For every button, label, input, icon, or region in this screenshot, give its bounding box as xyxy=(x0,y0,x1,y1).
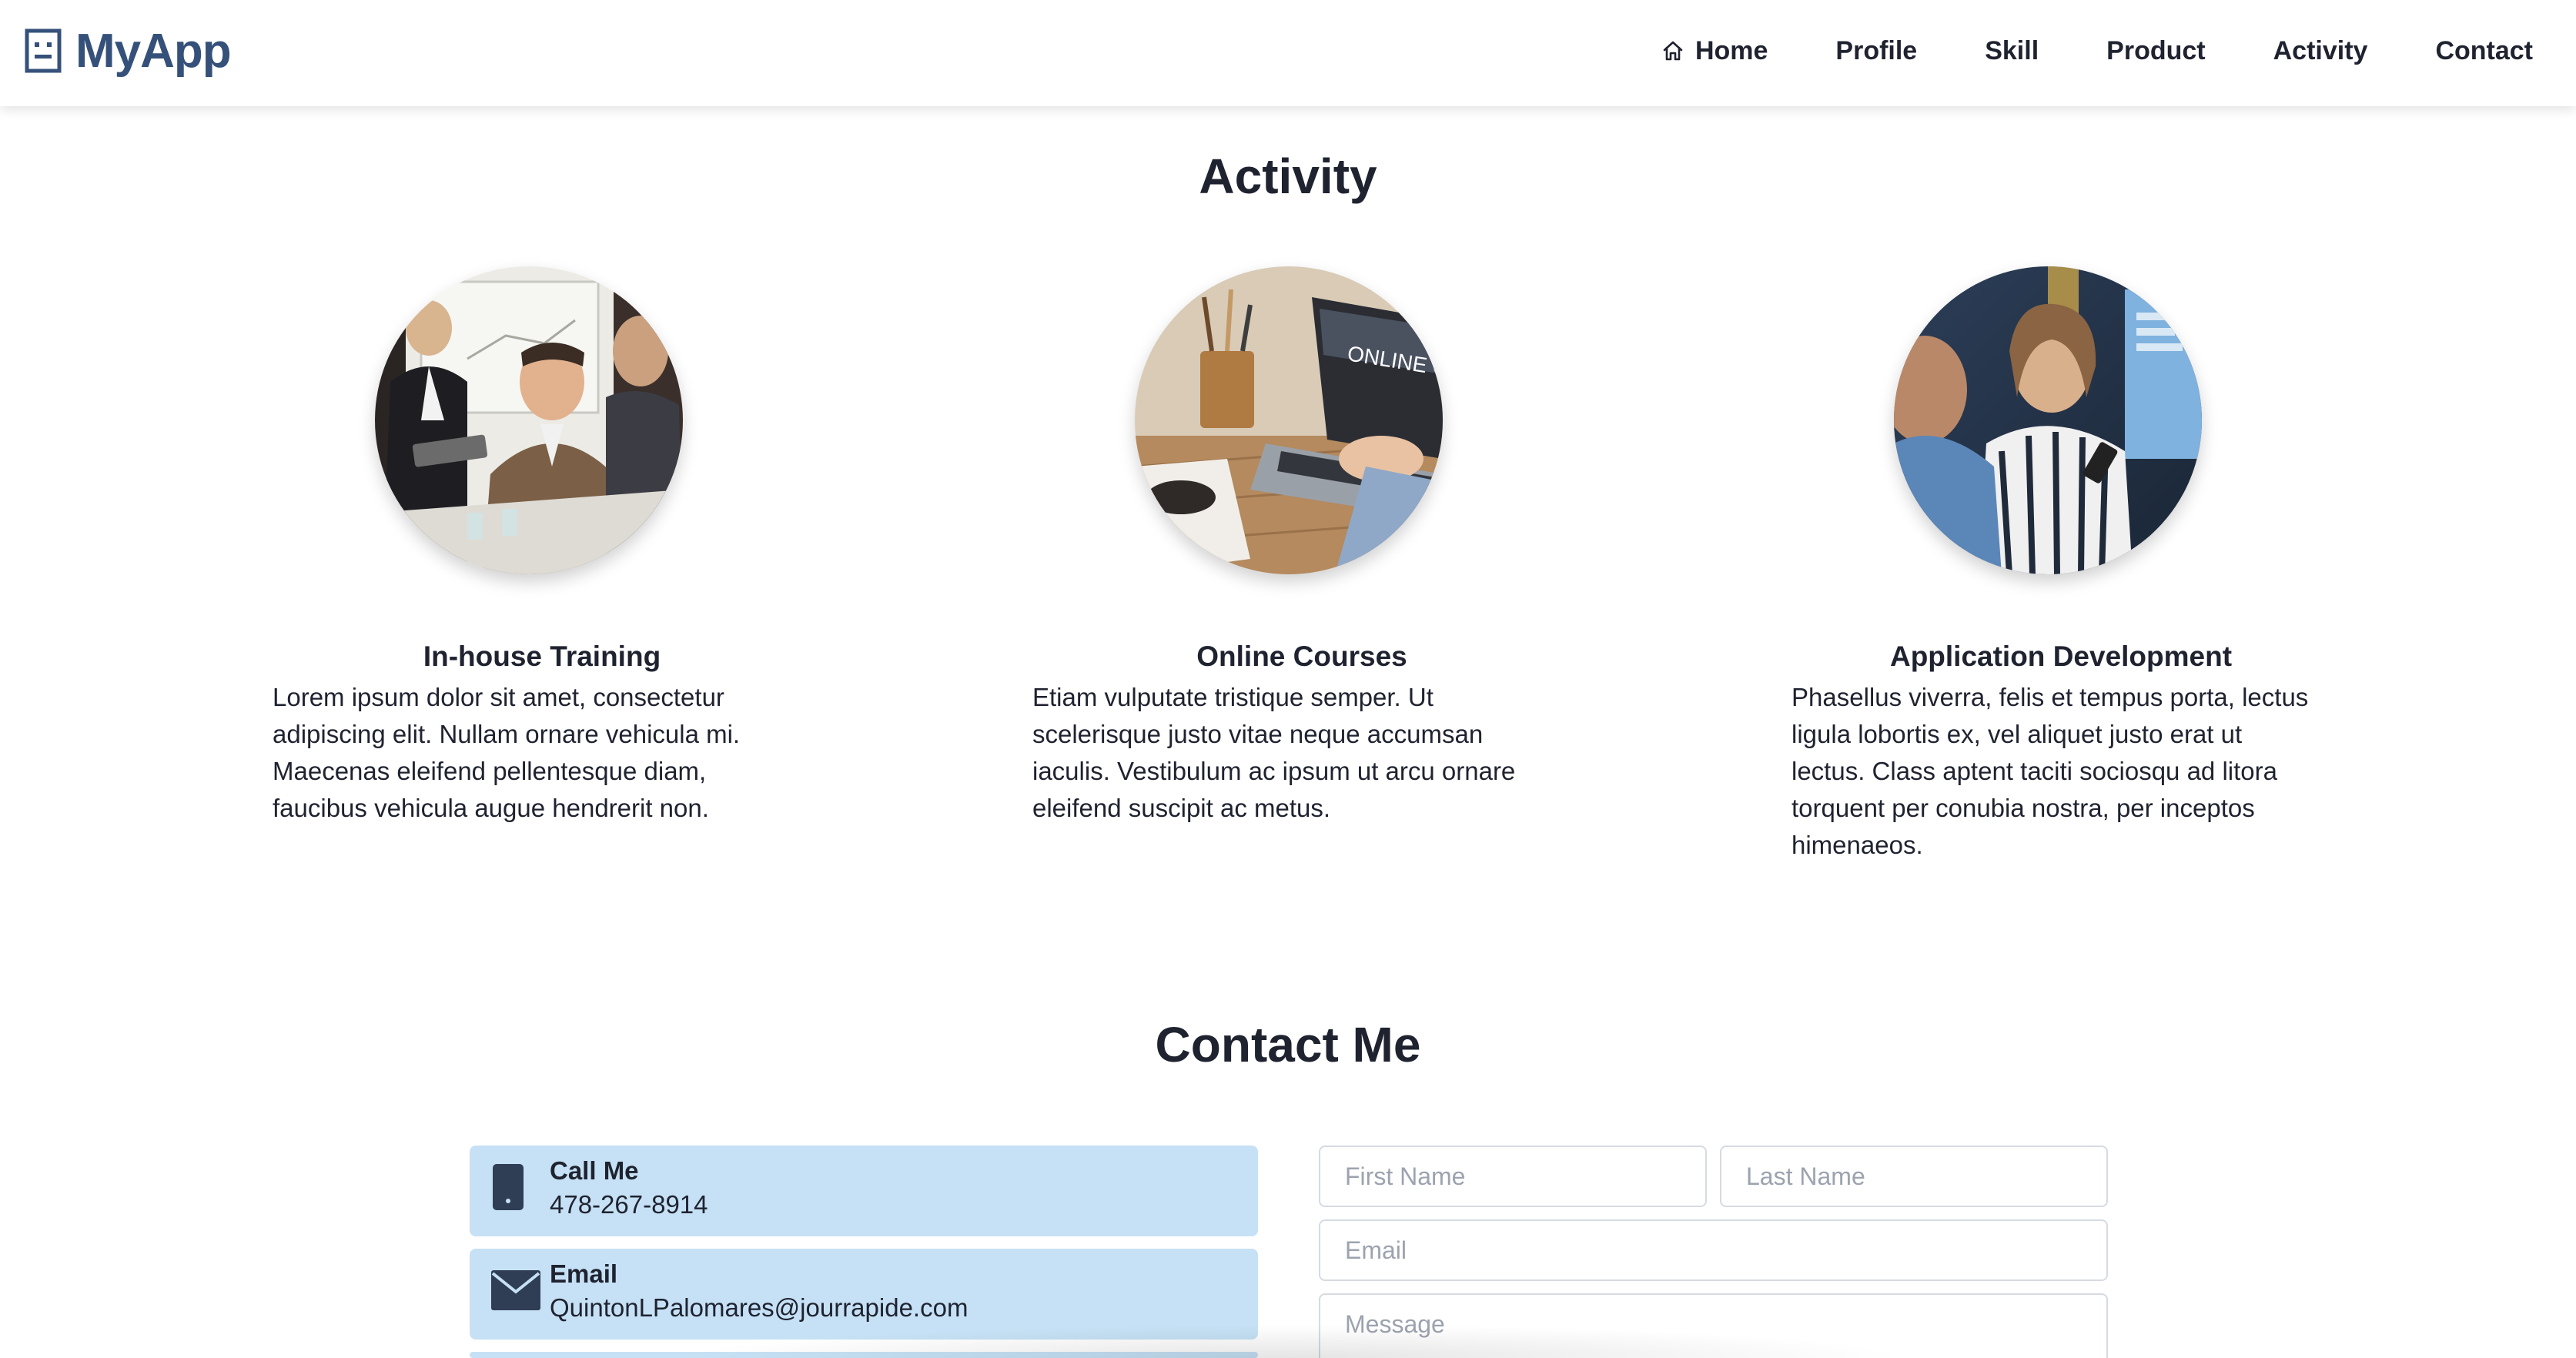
phone-icon xyxy=(493,1164,524,1210)
activity-card-title: In-house Training xyxy=(423,641,661,672)
brand-link[interactable]: MyApp xyxy=(25,22,232,80)
nav-item-label: Home xyxy=(1694,35,1768,65)
contact-email-value: QuintonLPalomares@jourrapide.com xyxy=(550,1293,969,1322)
nav-item-label: Contact xyxy=(2435,35,2533,65)
activity-card-text: Lorem ipsum dolor sit amet, consectetur … xyxy=(273,683,741,822)
nav-item-activity[interactable]: Activity xyxy=(2273,36,2368,66)
nav-item-skill[interactable]: Skill xyxy=(1985,36,2039,66)
activity-card-text: Phasellus viverra, felis et tempus porta… xyxy=(1791,683,2309,859)
nav-item-label: Product xyxy=(2106,35,2206,65)
nav-item-contact[interactable]: Contact xyxy=(2435,36,2533,66)
developer-with-phone-photo xyxy=(1894,266,2202,574)
portrait-frame-icon xyxy=(25,28,62,73)
email-input[interactable] xyxy=(1319,1219,2108,1281)
top-navbar: MyApp Home Profile Skill Product Activit… xyxy=(0,0,2576,106)
contact-email-box[interactable]: Email QuintonLPalomares@jourrapide.com xyxy=(470,1249,1258,1340)
activity-section-title: Activity xyxy=(1199,149,1377,204)
activity-card-title: Online Courses xyxy=(1196,641,1407,672)
activity-card-text: Etiam vulputate tristique semper. Ut sce… xyxy=(1032,683,1516,822)
envelope-icon xyxy=(491,1270,540,1310)
contact-email-label: Email xyxy=(550,1259,618,1288)
business-meeting-photo xyxy=(375,266,683,574)
first-name-input[interactable] xyxy=(1319,1146,1707,1207)
contact-phone-box[interactable]: Call Me 478-267-8914 xyxy=(470,1146,1258,1236)
nav-item-profile[interactable]: Profile xyxy=(1835,36,1917,66)
nav-item-product[interactable]: Product xyxy=(2106,36,2205,66)
contact-info-box-partial xyxy=(470,1352,1258,1358)
nav-item-label: Skill xyxy=(1985,35,2039,65)
nav-item-home[interactable]: Home xyxy=(1661,36,1768,66)
contact-phone-label: Call Me xyxy=(550,1156,639,1185)
brand-name: MyApp xyxy=(75,24,232,78)
nav-item-label: Activity xyxy=(2273,35,2368,65)
contact-section-title: Contact Me xyxy=(1155,1017,1421,1072)
contact-phone-value: 478-267-8914 xyxy=(550,1190,708,1219)
nav-item-label: Profile xyxy=(1835,35,1918,65)
message-textarea[interactable] xyxy=(1319,1293,2108,1358)
main-nav: Home Profile Skill Product Activity Cont… xyxy=(1661,29,2533,72)
activity-card-title: Application Development xyxy=(1889,641,2233,672)
last-name-input[interactable] xyxy=(1720,1146,2108,1207)
laptop-online-course-photo: ONLINE C xyxy=(1135,266,1443,574)
home-icon xyxy=(1663,41,1683,61)
